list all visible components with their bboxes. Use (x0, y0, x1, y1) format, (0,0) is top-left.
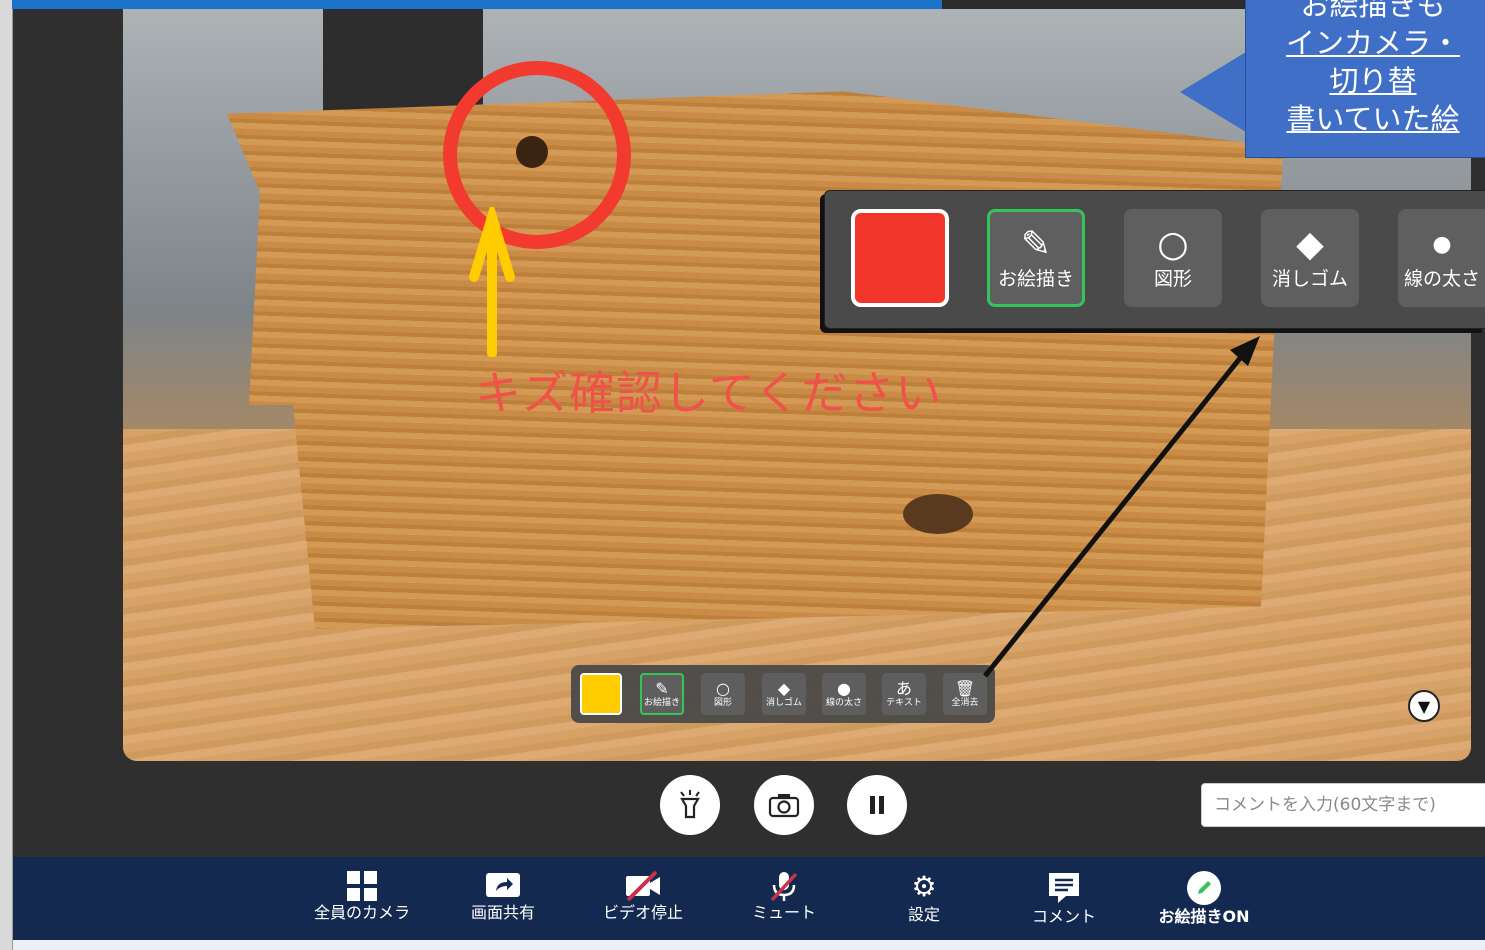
nav-video-stop[interactable]: ビデオ停止 (583, 870, 703, 924)
eraser-icon: ◆ (777, 678, 791, 698)
screen-share-icon (486, 873, 520, 897)
nav-label: 全員のカメラ (313, 903, 410, 922)
flashlight-icon (680, 790, 700, 819)
gear-icon: ⚙ (911, 870, 937, 903)
nav-label: ビデオ停止 (602, 903, 683, 922)
nav-settings[interactable]: ⚙ 設定 (864, 870, 984, 926)
nav-all-cameras[interactable]: 全員のカメラ (302, 870, 422, 924)
tool-label: お絵描き (997, 268, 1074, 290)
tool-label: 図形 (1153, 268, 1192, 290)
video-off-icon (626, 870, 660, 902)
flashlight-button[interactable] (660, 775, 720, 835)
eraser-icon: ◆ (1296, 224, 1324, 265)
wood-block (227, 91, 1283, 629)
callout-line: お絵描きも (1300, 0, 1446, 22)
tool-label: お絵描き (643, 697, 680, 708)
wood-knot (903, 494, 973, 534)
shape-tool-button[interactable]: ○ 図形 (1124, 209, 1222, 307)
nav-label: ミュート (751, 903, 816, 922)
line-width-button[interactable]: ● 線の太さ (1398, 209, 1485, 307)
comment-input[interactable] (1201, 783, 1485, 827)
callout-pointer (1180, 52, 1246, 132)
color-picker-button[interactable] (580, 673, 622, 715)
line-width-button[interactable]: ● 線の太さ (822, 673, 866, 715)
nav-screen-share[interactable]: 画面共有 (443, 870, 563, 924)
grid-icon (347, 871, 377, 901)
top-accent-strip (12, 0, 942, 9)
nav-comment[interactable]: コメント (1004, 870, 1124, 928)
text-tool-button[interactable]: あ テキスト (882, 673, 926, 715)
drawing-toolbar-zoom: ✎ お絵描き ○ 図形 ◆ 消しゴム ● 線の太さ (824, 190, 1485, 329)
tool-label: 消しゴム (765, 697, 802, 708)
nav-label: 画面共有 (470, 903, 535, 922)
pencil-icon: ✎ (1020, 224, 1052, 265)
tool-label: テキスト (886, 697, 922, 708)
callout-text: お絵描きも インカメラ・ 切り替 書いていた絵 (1248, 0, 1485, 138)
snapshot-button[interactable] (754, 775, 814, 835)
left-edge-bar (0, 0, 13, 950)
draw-tool-button[interactable]: ✎ お絵描き (987, 209, 1085, 307)
nav-label: 設定 (907, 905, 940, 924)
dot-icon: ● (1432, 232, 1452, 257)
bottom-edge (13, 940, 1485, 950)
pencil-icon: ✎ (655, 678, 669, 698)
circle-icon: ○ (716, 678, 730, 698)
nav-mute[interactable]: ミュート (724, 870, 844, 924)
eraser-tool-button[interactable]: ◆ 消しゴム (1261, 209, 1359, 307)
color-picker-button[interactable] (851, 209, 949, 307)
nav-label: お絵描きON (1158, 907, 1250, 926)
callout-line: 書いていた絵 (1286, 102, 1460, 136)
clear-all-button[interactable]: 🗑 全消去 (943, 673, 987, 715)
shape-tool-button[interactable]: ○ 図形 (701, 673, 745, 715)
mic-off-icon (770, 872, 798, 902)
pencil-icon (1187, 871, 1221, 905)
pause-icon (870, 796, 884, 814)
collapse-toolbar-button[interactable]: ▼ (1408, 690, 1440, 722)
eraser-tool-button[interactable]: ◆ 消しゴム (762, 673, 806, 715)
tool-label: 線の太さ (1403, 268, 1480, 290)
tool-label: 図形 (713, 697, 732, 708)
drawn-arrow-annotation (469, 207, 515, 357)
tool-label: 全消去 (951, 697, 979, 708)
comment-icon (1049, 873, 1079, 903)
circle-icon: ○ (1157, 224, 1189, 265)
text-icon: あ (895, 678, 912, 698)
trash-icon: 🗑 (954, 678, 976, 698)
nav-label: コメント (1031, 907, 1096, 926)
callout-line: インカメラ・ (1285, 26, 1460, 60)
dot-icon: ● (837, 678, 851, 698)
nav-drawing-on[interactable]: お絵描きON (1144, 870, 1264, 928)
drawn-text-annotation: キズ確認してください (475, 366, 943, 420)
tool-label: 消しゴム (1271, 268, 1348, 290)
draw-tool-button[interactable]: ✎ お絵描き (640, 673, 684, 715)
tool-label: 線の太さ (825, 697, 862, 708)
camera-icon (768, 794, 800, 818)
drawing-toolbar: ✎ お絵描き ○ 図形 ◆ 消しゴム ● 線の太さ あ テキスト 🗑 全消去 (571, 665, 995, 723)
pause-button[interactable] (847, 775, 907, 835)
callout-line: 切り替 (1329, 64, 1417, 98)
